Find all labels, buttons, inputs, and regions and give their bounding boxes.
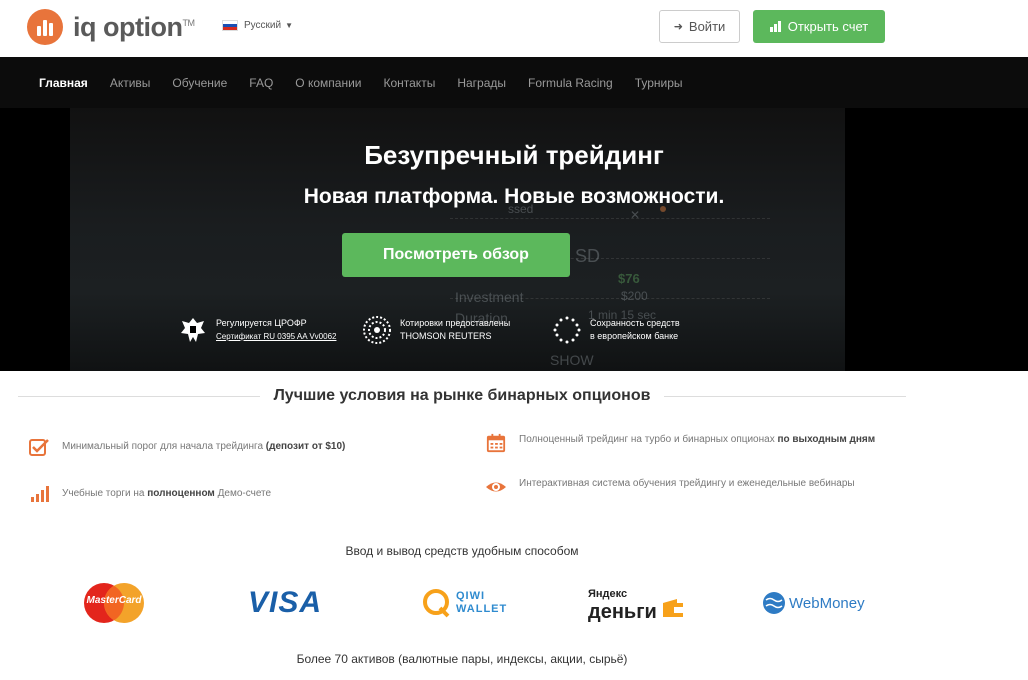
chart-bars-icon <box>31 486 49 502</box>
bg-text-usd: SD <box>575 246 601 266</box>
qiwi-wallet-logo: QIWI WALLET <box>422 578 507 628</box>
language-label: Русский <box>244 20 282 31</box>
nav-item-faq[interactable]: FAQ <box>249 76 273 90</box>
bg-text-investment-value: $200 <box>621 289 648 303</box>
qiwi-icon <box>423 589 450 618</box>
trust-regulation-title: Регулируется ЦРОФР <box>216 318 307 328</box>
bg-text-investment: Investment <box>455 289 524 305</box>
feature-education: Интерактивная система обучения трейдингу… <box>485 477 865 497</box>
eu-stars-icon <box>553 316 581 344</box>
calendar-icon <box>486 433 506 453</box>
visa-label: VISA <box>248 586 323 619</box>
nav-item-assets[interactable]: Активы <box>110 76 151 90</box>
nav-item-formula-racing[interactable]: Formula Racing <box>528 76 613 90</box>
logo-icon <box>27 9 63 45</box>
nav-item-about[interactable]: О компании <box>295 76 361 90</box>
feature-demo-account: Учебные торги на полноценном Демо-счете <box>28 483 428 503</box>
mastercard-logo: MasterCard <box>80 578 148 628</box>
header: iq optionTM Русский ▼ ➜ Войти Открыть сч… <box>0 0 1028 57</box>
money-label: деньги <box>588 601 657 623</box>
hero-title: Безупречный трейдинг <box>364 140 664 170</box>
chart-bars-icon <box>769 21 782 32</box>
login-button[interactable]: ➜ Войти <box>659 10 740 43</box>
wallet-icon <box>662 599 683 617</box>
trust-funds: Сохранность средств в европейском банке <box>552 315 680 345</box>
logo[interactable]: iq optionTM <box>27 9 195 45</box>
bg-close-icon: ✕ <box>630 208 641 222</box>
wallet-label: WALLET <box>456 603 508 615</box>
trust-quotes: Котировки предоставлены THOMSON REUTERS <box>362 315 510 345</box>
trust-funds-subtitle: в европейском банке <box>590 331 679 341</box>
bg-text-amount: $76 <box>618 271 640 286</box>
feature-min-deposit: Минимальный порог для начала трейдинга (… <box>28 437 428 457</box>
webmoney-logo: WebMoney <box>762 578 865 628</box>
webmoney-label: WebMoney <box>789 594 865 612</box>
nav-item-home[interactable]: Главная <box>39 76 88 90</box>
visa-logo: VISA <box>248 578 322 628</box>
russia-emblem-icon <box>181 318 205 342</box>
chevron-down-icon: ▼ <box>285 21 294 30</box>
sign-in-icon: ➜ <box>673 21 683 33</box>
language-selector[interactable]: Русский ▼ <box>222 20 293 31</box>
nav-item-tournaments[interactable]: Турниры <box>635 76 683 90</box>
yandex-money-logo: Яндекс деньги <box>588 578 685 628</box>
certificate-link[interactable]: Сертификат RU 0395 AA Vv0062 <box>216 330 336 343</box>
hero-banner: Investment Duration SHOW $76 $200 1 min … <box>0 108 1028 371</box>
globe-icon <box>763 592 785 614</box>
nav-item-education[interactable]: Обучение <box>172 76 227 90</box>
hero-subtitle: Новая платформа. Новые возможности. <box>303 185 725 208</box>
qiwi-label: QIWI <box>456 590 486 602</box>
bg-text-show: SHOW <box>550 352 594 368</box>
checkbox-icon <box>29 439 49 456</box>
logo-text: iq optionTM <box>73 11 195 42</box>
nav-item-contacts[interactable]: Контакты <box>383 76 435 90</box>
russia-flag-icon <box>222 20 238 31</box>
watch-overview-button[interactable]: Посмотреть обзор <box>342 233 570 277</box>
trust-regulation: Регулируется ЦРОФР Сертификат RU 0395 AA… <box>178 315 336 345</box>
features-section-title: Лучшие условия на рынке бинарных опционо… <box>18 385 907 407</box>
trust-quotes-provider: THOMSON REUTERS <box>400 331 492 341</box>
mastercard-label: MasterCard <box>86 595 142 606</box>
nav-item-awards[interactable]: Награды <box>457 76 506 90</box>
feature-weekend-trading: Полноценный трейдинг на турбо и бинарных… <box>485 433 895 453</box>
trust-funds-title: Сохранность средств <box>590 318 680 328</box>
trust-quotes-title: Котировки предоставлены <box>400 318 511 328</box>
main-nav: Главная Активы Обучение FAQ О компании К… <box>0 57 1028 108</box>
thomson-reuters-icon <box>363 316 391 344</box>
open-account-button[interactable]: Открыть счет <box>753 10 885 43</box>
payments-title: Ввод и вывод средств удобным способом <box>345 544 579 558</box>
assets-count-text: Более 70 активов (валютные пары, индексы… <box>296 652 628 666</box>
eye-icon <box>486 482 506 492</box>
